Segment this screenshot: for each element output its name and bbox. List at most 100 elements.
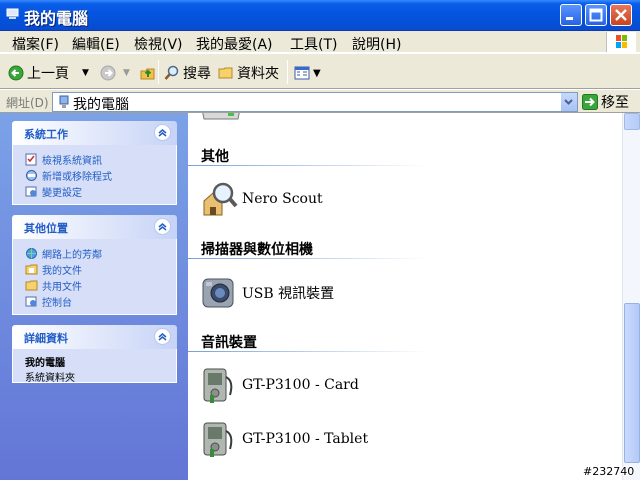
details-header[interactable]: 詳細資料 xyxy=(12,325,177,349)
other-places-panel: 其他位置 網路上的芳鄰 我的文件 共用文件 控制台 xyxy=(12,215,177,315)
system-tasks-header[interactable]: 系統工作 xyxy=(12,121,177,145)
menu-tools[interactable]: 工具(T) xyxy=(290,34,337,54)
scroll-up-button[interactable] xyxy=(624,113,640,130)
menu-favorites[interactable]: 我的最愛(A) xyxy=(196,34,273,54)
address-label: 網址(D) xyxy=(6,96,49,110)
item-label: USB 視訊裝置 xyxy=(242,286,335,302)
close-icon xyxy=(615,9,627,21)
network-icon xyxy=(26,247,37,259)
forward-arrow-icon xyxy=(100,65,116,81)
toolbar-separator xyxy=(287,60,288,84)
toolbar: 上一頁 ▼ ▼ 搜尋 資料夾 ▼ xyxy=(0,53,640,89)
task-label: 檢視系統資訊 xyxy=(42,155,102,167)
place-label: 網路上的芳鄰 xyxy=(42,249,102,261)
collapse-chevron-icon[interactable] xyxy=(154,218,171,235)
group-header-audio-devices: 音訊裝置 xyxy=(201,335,257,351)
address-dropdown-button[interactable] xyxy=(560,93,577,111)
details-item-name: 我的電腦 xyxy=(25,358,65,369)
details-item-type: 系統資料夾 xyxy=(25,373,75,384)
minimize-icon xyxy=(566,17,573,20)
my-documents-icon xyxy=(25,264,38,274)
title-bar[interactable]: 我的電腦 xyxy=(0,0,640,31)
group-header-other: 其他 xyxy=(201,149,229,165)
nero-scout-icon xyxy=(203,182,238,216)
watermark: #232740 xyxy=(583,465,635,478)
views-button[interactable]: ▼ xyxy=(294,63,321,83)
vertical-scrollbar[interactable] xyxy=(622,113,640,480)
toolbar-separator xyxy=(158,60,159,84)
up-folder-button[interactable] xyxy=(140,63,156,83)
views-dropdown-icon: ▼ xyxy=(313,67,321,79)
group-divider xyxy=(188,258,428,259)
menu-edit[interactable]: 編輯(E) xyxy=(72,34,120,54)
task-label: 新增或移除程式 xyxy=(42,171,112,183)
add-remove-programs-icon xyxy=(26,169,37,181)
place-my-documents[interactable]: 我的文件 xyxy=(25,261,176,277)
search-icon xyxy=(164,65,179,80)
place-shared-documents[interactable]: 共用文件 xyxy=(25,277,176,293)
group-divider xyxy=(188,165,428,166)
webcam-icon xyxy=(202,278,234,308)
item-label: GT-P3100 - Card xyxy=(242,377,359,393)
drive-icon xyxy=(202,113,240,120)
item-gt-p3100-tablet[interactable]: GT-P3100 - Tablet xyxy=(200,419,368,459)
window-title: 我的電腦 xyxy=(24,9,89,28)
views-grid-icon xyxy=(294,66,310,80)
details-panel: 詳細資料 我的電腦 系統資料夾 xyxy=(12,325,177,384)
minimize-button[interactable] xyxy=(560,4,582,26)
task-label: 變更設定 xyxy=(42,187,82,199)
other-places-header[interactable]: 其他位置 xyxy=(12,215,177,239)
my-computer-icon xyxy=(59,95,69,108)
item-label: GT-P3100 - Tablet xyxy=(242,431,369,447)
back-label: 上一頁 xyxy=(27,66,69,82)
menu-view[interactable]: 檢視(V) xyxy=(134,34,183,54)
my-computer-icon xyxy=(6,8,19,19)
task-change-settings[interactable]: 變更設定 xyxy=(25,183,176,199)
go-button[interactable]: 移至 xyxy=(582,92,629,112)
folder-icon xyxy=(218,67,233,79)
system-info-icon xyxy=(25,153,37,165)
place-label: 共用文件 xyxy=(42,281,82,293)
address-value: 我的電腦 xyxy=(73,97,129,113)
close-button[interactable] xyxy=(610,4,632,26)
back-dropdown-icon[interactable]: ▼ xyxy=(82,68,89,78)
search-label: 搜尋 xyxy=(183,66,211,82)
system-tasks-panel: 系統工作 檢視系統資訊 新增或移除程式 變更設定 xyxy=(12,121,177,205)
menu-help[interactable]: 說明(H) xyxy=(352,34,401,54)
place-label: 控制台 xyxy=(42,297,72,309)
folders-button[interactable]: 資料夾 xyxy=(218,63,279,83)
collapse-chevron-icon[interactable] xyxy=(154,124,171,141)
chevron-down-icon xyxy=(564,99,573,105)
item-nero-scout[interactable]: Nero Scout xyxy=(200,179,323,219)
task-pane: 系統工作 檢視系統資訊 新增或移除程式 變更設定 其他位置 網路上的芳鄰 我的文… xyxy=(0,113,188,480)
other-places-title: 其他位置 xyxy=(24,222,68,235)
collapse-chevron-icon[interactable] xyxy=(154,328,171,345)
media-player-icon xyxy=(203,422,233,457)
search-button[interactable]: 搜尋 xyxy=(164,63,211,83)
partial-item-label: ──── ─ ─ ── xyxy=(318,113,399,120)
up-folder-icon xyxy=(140,68,155,80)
address-input[interactable]: 我的電腦 xyxy=(52,92,578,113)
menu-file[interactable]: 檔案(F) xyxy=(12,34,59,54)
go-label: 移至 xyxy=(601,95,629,111)
task-add-remove-programs[interactable]: 新增或移除程式 xyxy=(25,167,176,183)
shared-folder-icon xyxy=(25,280,38,290)
address-bar: 網址(D) 我的電腦 移至 xyxy=(0,89,640,113)
item-usb-video-device[interactable]: USB 視訊裝置 xyxy=(200,273,334,313)
control-panel-icon xyxy=(25,296,37,306)
back-button[interactable]: 上一頁 ▼ xyxy=(8,63,89,83)
folders-label: 資料夾 xyxy=(237,66,279,82)
forward-dropdown-icon: ▼ xyxy=(123,68,130,78)
item-gt-p3100-card[interactable]: GT-P3100 - Card xyxy=(200,365,359,405)
system-tasks-title: 系統工作 xyxy=(24,128,68,141)
maximize-icon xyxy=(589,8,603,22)
place-control-panel[interactable]: 控制台 xyxy=(25,293,176,309)
forward-button[interactable]: ▼ xyxy=(100,63,130,83)
task-view-system-info[interactable]: 檢視系統資訊 xyxy=(25,151,176,167)
scroll-thumb[interactable] xyxy=(624,303,640,463)
details-title: 詳細資料 xyxy=(24,332,68,345)
maximize-button[interactable] xyxy=(585,4,607,26)
place-network[interactable]: 網路上的芳鄰 xyxy=(25,245,176,261)
media-player-icon xyxy=(203,368,233,403)
control-panel-icon xyxy=(25,186,37,196)
